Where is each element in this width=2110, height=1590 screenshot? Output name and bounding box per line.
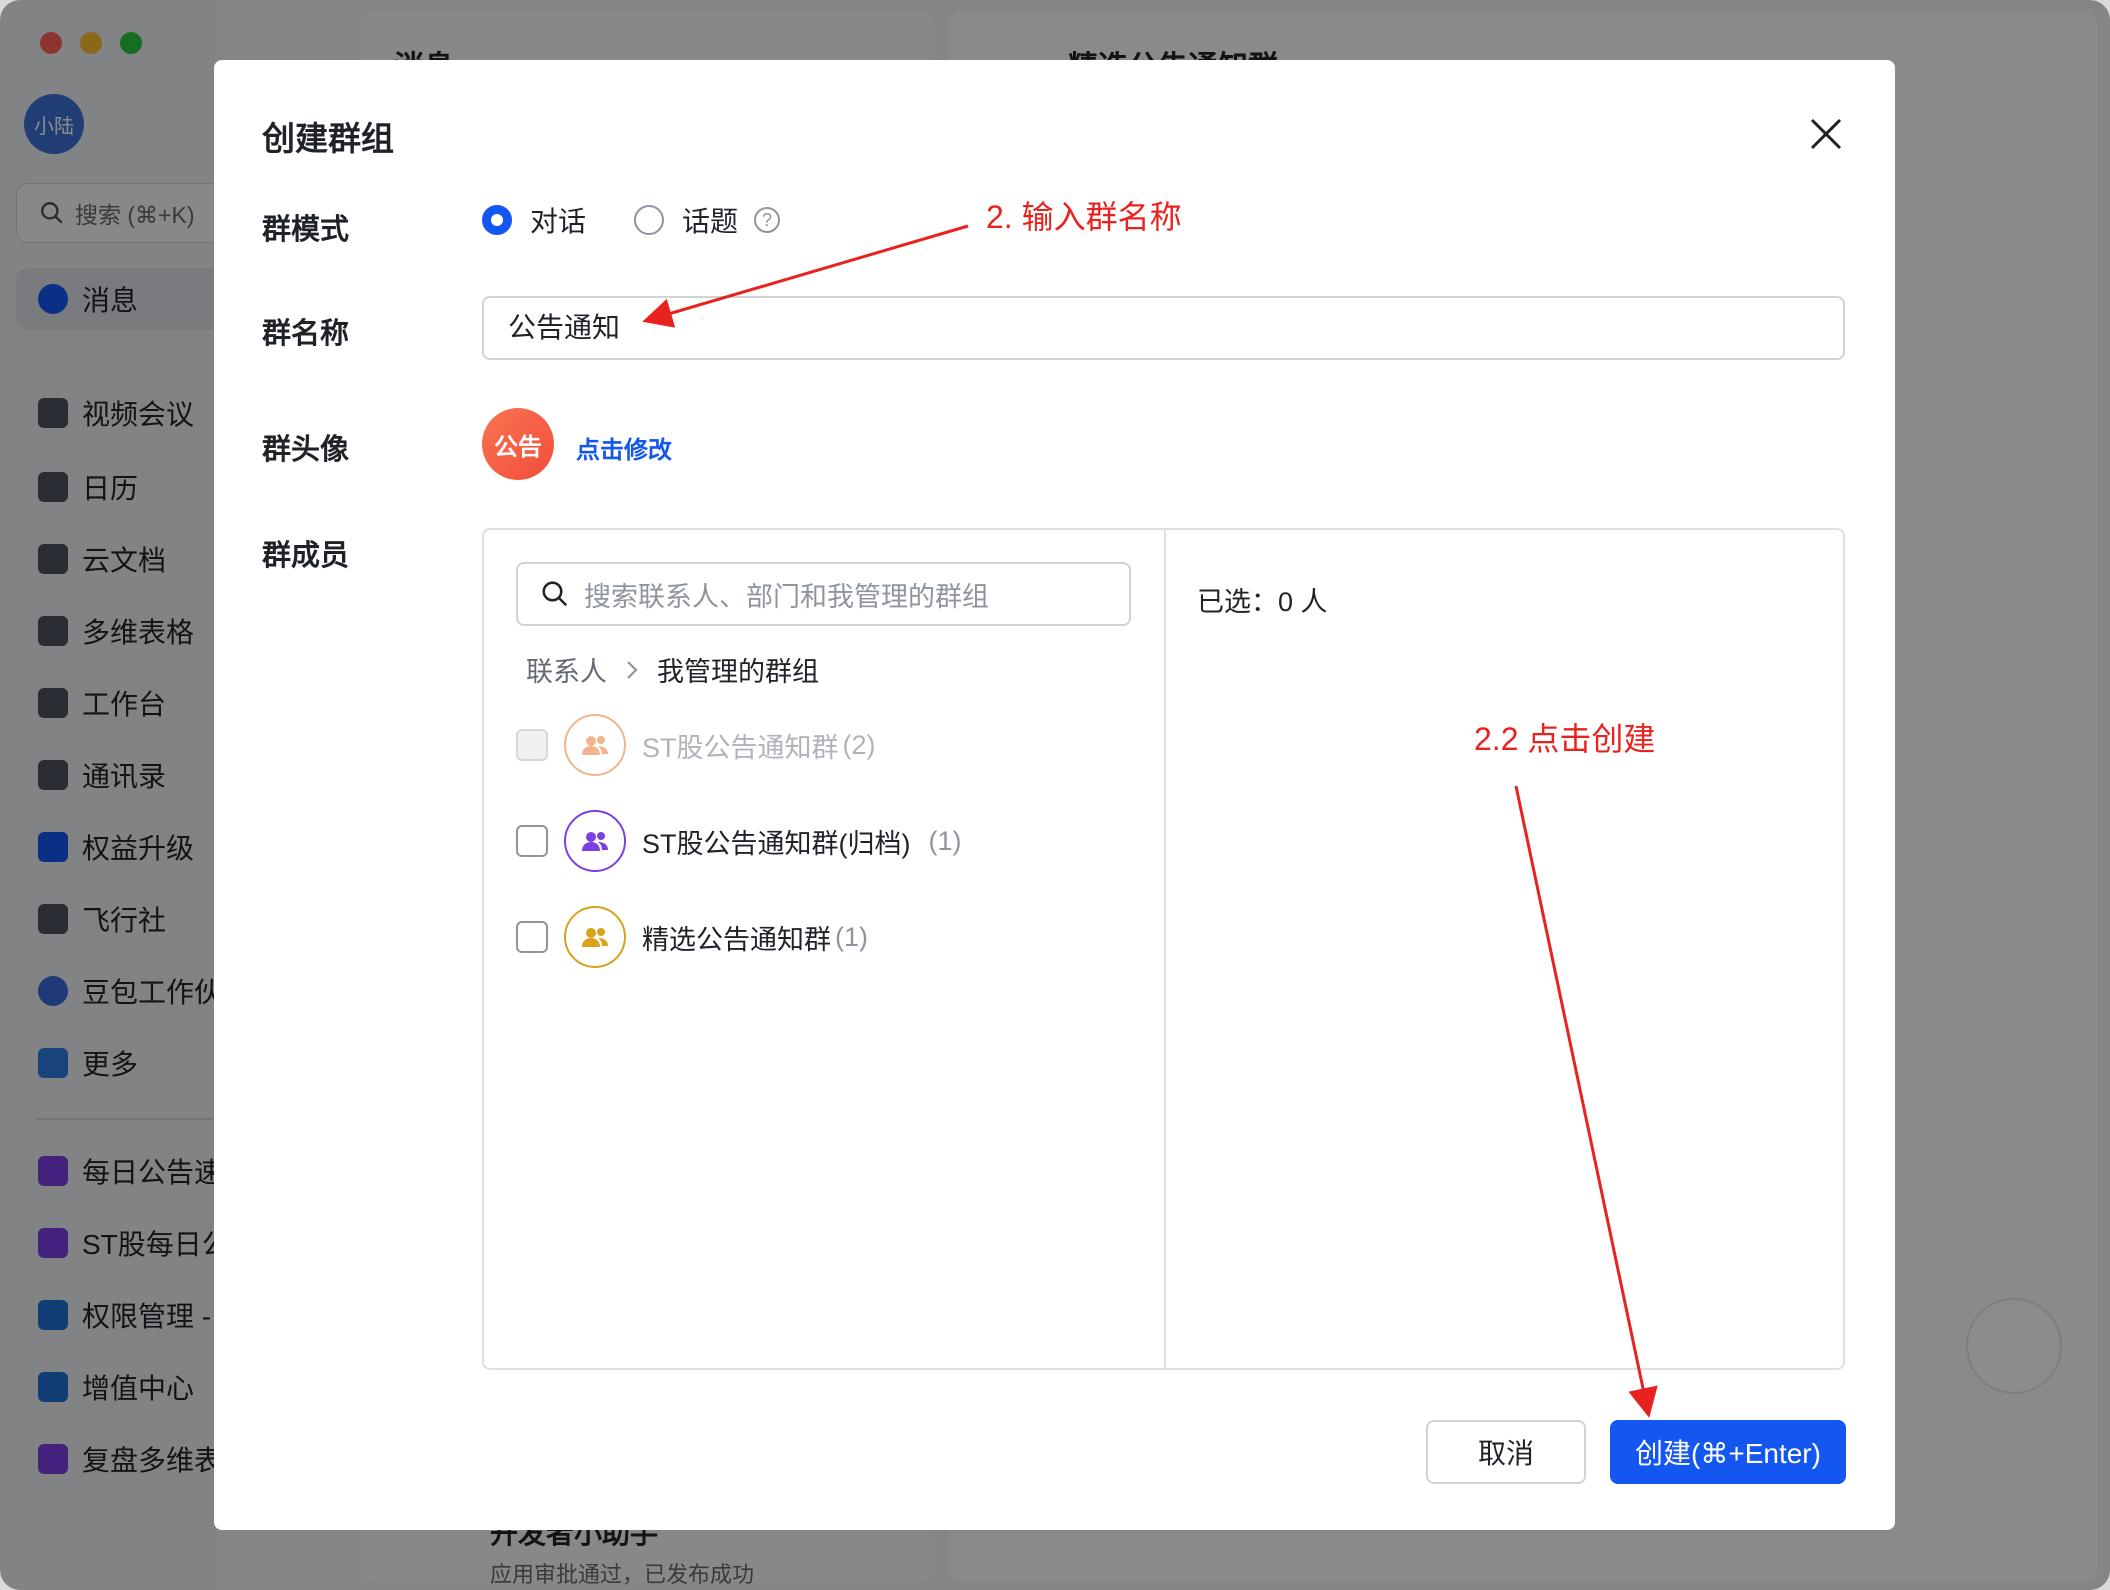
arrow-to-name-input	[642, 224, 969, 328]
annotation-arrows	[642, 224, 1658, 1418]
arrow-to-create-button	[1514, 785, 1658, 1418]
